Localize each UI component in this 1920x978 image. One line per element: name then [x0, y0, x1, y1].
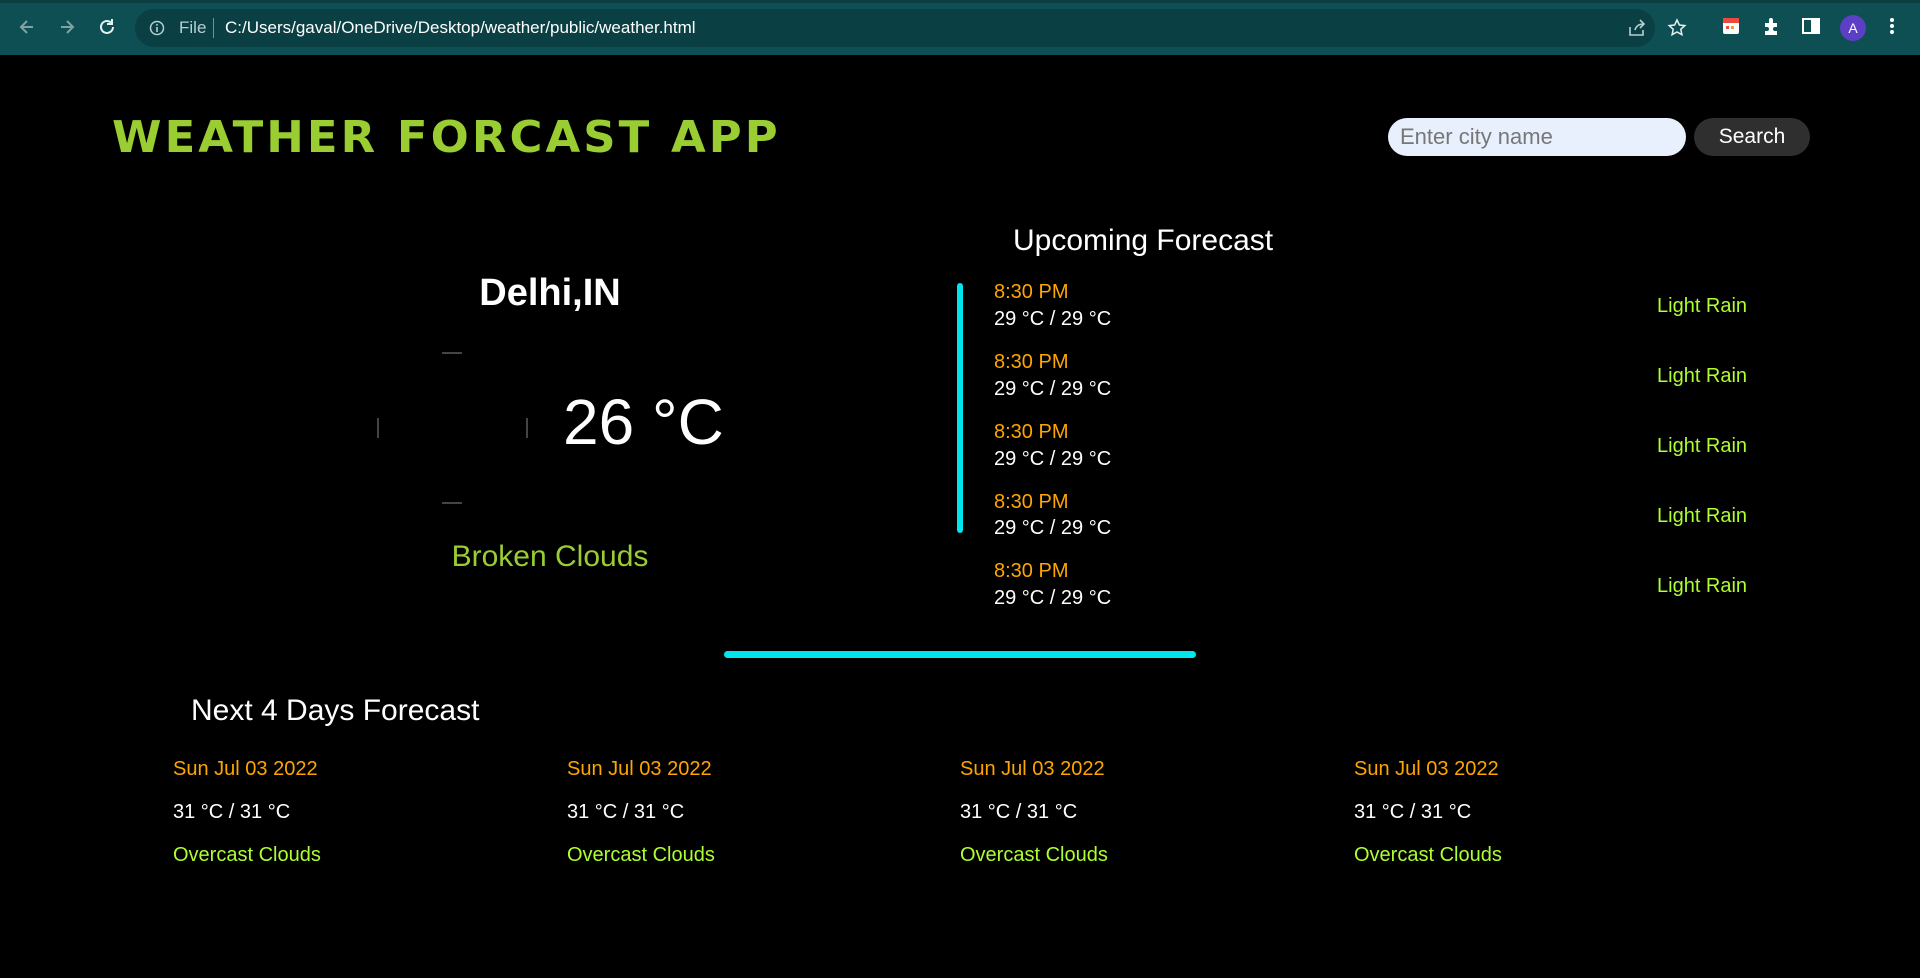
forecast-description: Light Rain [1657, 505, 1748, 527]
upcoming-forecast-title: Upcoming Forecast [1013, 224, 1274, 257]
day-date: Sun Jul 03 2022 [1354, 758, 1499, 780]
day-forecast-card: Sun Jul 03 2022 31 °C / 31 °C Overcast C… [960, 758, 1320, 867]
forecast-description: Light Rain [1657, 435, 1748, 457]
forecast-temp: 29 °C / 29 °C [994, 448, 1112, 470]
next-days-title: Next 4 Days Forecast [191, 694, 480, 727]
day-temp: 31 °C / 31 °C [567, 801, 685, 823]
forecast-description: Light Rain [1657, 365, 1748, 387]
day-forecast-card: Sun Jul 03 2022 31 °C / 31 °C Overcast C… [1354, 758, 1714, 867]
puzzle-icon[interactable] [1761, 15, 1783, 37]
city-name: Delhi,IN [479, 272, 621, 314]
star-icon[interactable] [1667, 18, 1687, 38]
day-description: Overcast Clouds [1354, 844, 1502, 866]
day-forecast-card: Sun Jul 03 2022 31 °C / 31 °C Overcast C… [567, 758, 927, 867]
info-icon[interactable] [149, 20, 165, 36]
app-title: WEATHER FORCAST APP [112, 112, 781, 163]
day-temp: 31 °C / 31 °C [173, 801, 291, 823]
day-description: Overcast Clouds [567, 844, 715, 866]
current-condition: Broken Clouds [451, 540, 649, 573]
forecast-temp: 29 °C / 29 °C [994, 517, 1112, 539]
forecast-description: Light Rain [1657, 575, 1748, 597]
file-scheme-label: File [179, 18, 207, 37]
profile-avatar[interactable]: A [1840, 15, 1866, 41]
day-description: Overcast Clouds [173, 844, 321, 866]
reload-icon [100, 19, 114, 34]
back-arrow-icon [19, 20, 33, 34]
forecast-time: 8:30 PM [994, 560, 1069, 582]
forward-button[interactable] [54, 14, 80, 40]
search-button[interactable]: Search [1694, 118, 1810, 156]
day-date: Sun Jul 03 2022 [960, 758, 1105, 780]
forecast-temp: 29 °C / 29 °C [994, 587, 1112, 609]
day-temp: 31 °C / 31 °C [960, 801, 1078, 823]
share-icon[interactable] [1627, 18, 1647, 38]
forecast-temp: 29 °C / 29 °C [994, 378, 1112, 400]
url-text[interactable]: C:/Users/gaval/OneDrive/Desktop/weather/… [225, 18, 696, 38]
reload-button[interactable] [94, 14, 120, 40]
extension-icon[interactable] [1720, 15, 1742, 37]
forecast-time: 8:30 PM [994, 351, 1069, 373]
back-button[interactable] [14, 14, 40, 40]
forecast-time: 8:30 PM [994, 491, 1069, 513]
current-temperature: 26 °C [563, 386, 724, 458]
forecast-temp: 29 °C / 29 °C [994, 308, 1112, 330]
side-panel-icon[interactable] [1800, 15, 1822, 37]
kebab-menu-icon[interactable] [1884, 15, 1900, 37]
city-search-input[interactable] [1388, 118, 1686, 156]
forward-arrow-icon [61, 20, 75, 34]
forecast-time: 8:30 PM [994, 281, 1069, 303]
day-temp: 31 °C / 31 °C [1354, 801, 1472, 823]
section-divider [724, 651, 1196, 658]
tab-strip-edge [0, 0, 1920, 3]
upcoming-accent-bar [957, 283, 963, 533]
day-description: Overcast Clouds [960, 844, 1108, 866]
day-forecast-card: Sun Jul 03 2022 31 °C / 31 °C Overcast C… [173, 758, 533, 867]
forecast-time: 8:30 PM [994, 421, 1069, 443]
weather-condition-icon [377, 352, 528, 504]
address-bar[interactable]: File C:/Users/gaval/OneDrive/Desktop/wea… [135, 9, 1687, 47]
day-date: Sun Jul 03 2022 [173, 758, 318, 780]
scheme-separator [213, 18, 214, 38]
browser-toolbar: File C:/Users/gaval/OneDrive/Desktop/wea… [0, 0, 1920, 55]
forecast-description: Light Rain [1657, 295, 1748, 317]
day-date: Sun Jul 03 2022 [567, 758, 712, 780]
